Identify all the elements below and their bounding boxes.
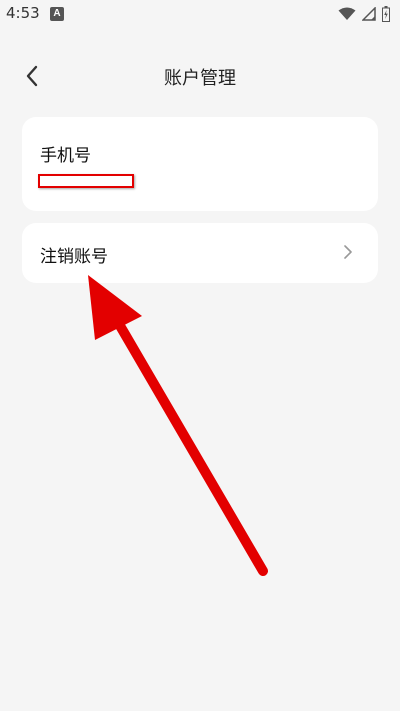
- cancel-account-row[interactable]: 注销账号: [22, 223, 378, 283]
- page-title: 账户管理: [164, 68, 236, 89]
- phone-number-label: 手机号: [40, 146, 91, 166]
- battery-icon: [382, 6, 390, 22]
- annotation-arrow: [88, 275, 268, 576]
- app-notification-icon: A: [50, 7, 64, 21]
- cancel-account-label: 注销账号: [40, 247, 108, 267]
- chevron-right-icon: [344, 245, 352, 259]
- phone-number-redaction: [38, 174, 134, 188]
- status-time: 4:53: [6, 4, 40, 22]
- phone-number-card: 手机号: [22, 117, 378, 211]
- app-header: 账户管理: [0, 56, 400, 96]
- wifi-icon: [338, 7, 356, 20]
- signal-icon: [362, 7, 376, 21]
- status-bar: 4:53 A: [0, 0, 400, 28]
- status-icons: [338, 5, 390, 23]
